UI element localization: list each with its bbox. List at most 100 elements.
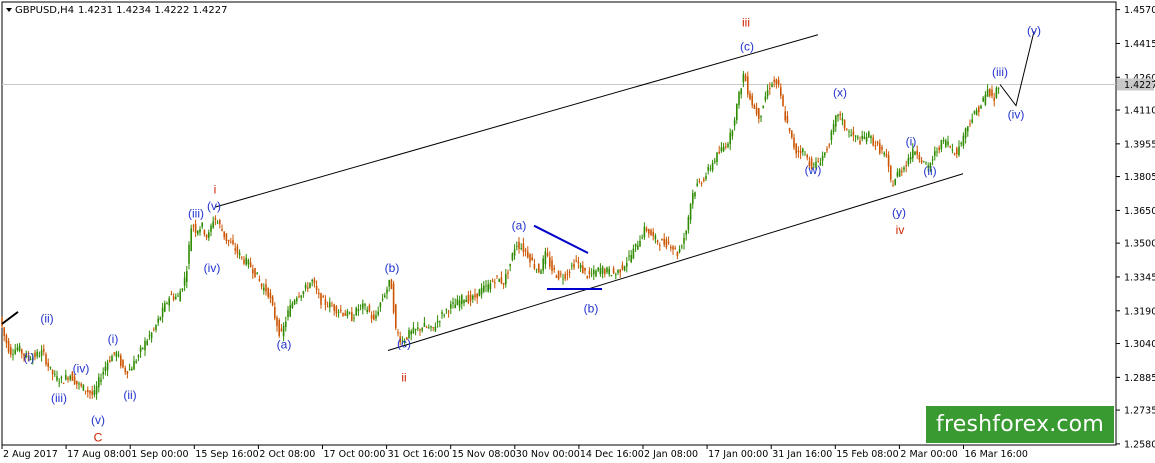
candle-body: [749, 93, 751, 100]
candle-body: [857, 136, 859, 139]
candle-body: [355, 307, 357, 315]
candle-body: [49, 366, 52, 368]
candle-body: [562, 278, 564, 280]
candle-body: [177, 295, 179, 297]
candle-body: [516, 246, 518, 247]
candle-body: [771, 84, 773, 87]
wave-label: (v): [207, 199, 221, 213]
candle-body: [830, 131, 833, 141]
wave-label: (w): [805, 163, 822, 177]
candle-body: [491, 280, 494, 282]
candle-body: [601, 267, 604, 274]
candle-body: [271, 296, 274, 306]
candle-body: [623, 266, 626, 271]
candle-body: [797, 150, 800, 152]
candle-body: [828, 144, 830, 146]
candle-body: [146, 340, 148, 345]
candle-body: [280, 328, 283, 331]
candle-body: [472, 295, 474, 300]
candle-body: [386, 289, 388, 294]
candle-body: [258, 279, 261, 281]
candle-body: [469, 294, 472, 301]
candle-body: [995, 87, 998, 98]
candle-body: [916, 150, 918, 155]
candle-body: [186, 271, 188, 283]
wave-label: (i): [906, 135, 917, 149]
candle-body: [329, 302, 331, 308]
candle-body: [672, 246, 674, 250]
candle-body: [289, 305, 291, 317]
candle-body: [428, 327, 430, 329]
candle-body: [348, 312, 351, 314]
candle-body: [883, 152, 885, 155]
candle-body: [300, 295, 302, 298]
candle-body: [727, 143, 729, 147]
candle-body: [135, 361, 137, 363]
candle-body: [454, 304, 456, 309]
candle-body: [936, 151, 938, 153]
time-tick-label: 2 Oct 08:00: [259, 449, 315, 460]
candle-body: [467, 294, 470, 303]
candle-body: [166, 302, 168, 304]
candle-body: [674, 248, 676, 250]
candle-body: [923, 161, 925, 163]
candle-body: [903, 167, 905, 170]
candle-body: [925, 162, 927, 164]
candle-body: [533, 264, 536, 269]
candle-body: [164, 303, 166, 312]
candle-body: [529, 254, 531, 263]
candle-body: [595, 270, 597, 277]
candle-body: [698, 181, 701, 182]
candle-body: [21, 349, 23, 354]
candle-body: [194, 223, 197, 233]
candle-body: [333, 304, 335, 311]
candle-body: [219, 220, 221, 224]
candle-body: [260, 283, 263, 287]
wave-label: (y): [892, 206, 906, 220]
candle-body: [546, 253, 549, 256]
candle-body: [509, 263, 511, 267]
candle-body: [663, 238, 665, 245]
candle-body: [205, 234, 208, 238]
candle-body: [661, 238, 663, 241]
candle-body: [417, 327, 419, 329]
candle-body: [106, 362, 109, 371]
wave-label: (iii): [992, 65, 1008, 79]
candle-body: [157, 318, 159, 323]
candle-body: [274, 307, 276, 319]
candle-body: [593, 269, 595, 275]
candle-body: [487, 284, 489, 292]
wave-label: (b): [385, 261, 400, 275]
candle-body: [683, 238, 685, 244]
candle-body: [436, 321, 439, 323]
candle-body: [716, 152, 718, 162]
candle-body: [621, 264, 624, 270]
candle-body: [747, 76, 749, 95]
candle-body: [230, 242, 232, 244]
candle-body: [544, 251, 547, 265]
wave-label: (i): [108, 332, 119, 346]
candle-body: [709, 168, 712, 170]
candle-body: [390, 279, 393, 290]
candle-body: [718, 151, 720, 154]
candle-body: [839, 113, 841, 116]
candle-body: [942, 140, 945, 142]
chart-header: GBPUSD,H4 1.4231 1.4234 1.4222 1.4227: [6, 5, 228, 16]
candle-body: [117, 354, 120, 356]
candle-body: [34, 352, 36, 358]
candle-body: [766, 90, 769, 97]
candle-body: [485, 285, 487, 287]
symbol-timeframe: GBPUSD,H4: [15, 5, 74, 16]
candle-body: [414, 329, 417, 330]
candle-body: [179, 291, 181, 302]
candle-body: [496, 275, 498, 277]
candle-body: [973, 111, 976, 114]
candle-body: [62, 383, 65, 384]
candle-body: [12, 354, 14, 356]
candle-body: [584, 267, 586, 271]
candle-body: [575, 260, 577, 262]
candle-body: [84, 390, 87, 392]
candle-body: [410, 330, 412, 335]
candle-body: [122, 359, 124, 368]
candle-body: [478, 289, 481, 297]
